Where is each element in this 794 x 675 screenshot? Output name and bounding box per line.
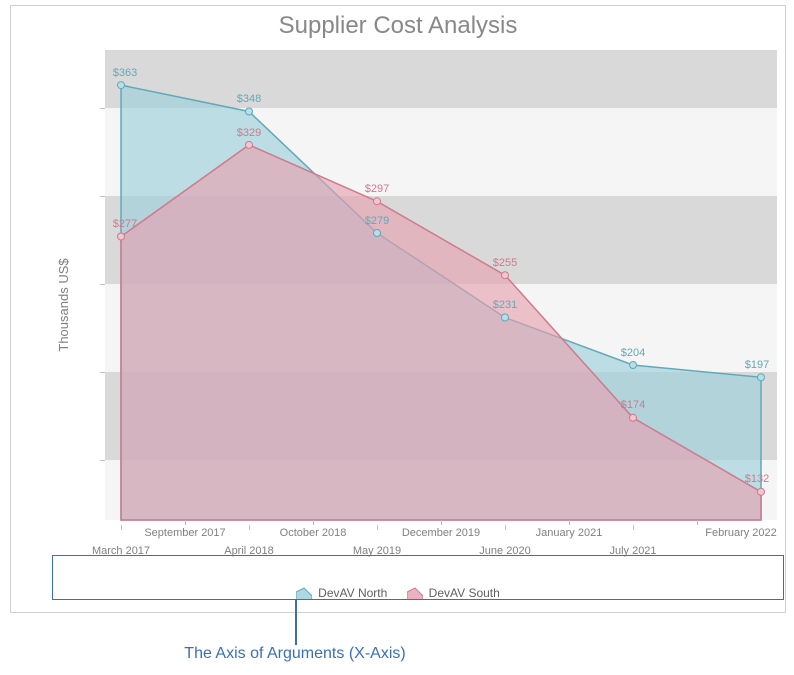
- x-tick: September 2017: [144, 527, 225, 539]
- point-label: $277: [113, 218, 137, 230]
- legend-item-north: DevAV North: [296, 586, 387, 600]
- legend-item-south: DevAV South: [407, 586, 500, 600]
- x-tick: February 2022: [705, 527, 777, 539]
- point-label: $348: [237, 93, 261, 105]
- legend-label: DevAV North: [318, 586, 387, 600]
- chart-container: Supplier Cost Analysis Thousands US$ 350…: [10, 5, 786, 613]
- point-label: $174: [621, 399, 645, 411]
- x-tick: December 2019: [402, 527, 480, 539]
- point-label: $297: [365, 183, 389, 195]
- x-tick: May 2019: [353, 545, 401, 557]
- chart-area: Thousands US$ 350 300 250 200 150: [51, 50, 777, 560]
- x-tick: April 2018: [224, 545, 274, 557]
- area-svg: [105, 50, 777, 520]
- x-tick: March 2017: [92, 545, 150, 557]
- legend-swatch-icon: [296, 586, 312, 600]
- callout-label: The Axis of Arguments (X-Axis): [0, 645, 590, 663]
- legend-label: DevAV South: [429, 586, 500, 600]
- legend-swatch-icon: [407, 586, 423, 600]
- point-label: $279: [365, 215, 389, 227]
- point-label: $329: [237, 127, 261, 139]
- point-label: $363: [113, 67, 137, 79]
- x-tick: July 2021: [609, 545, 656, 557]
- point-label: $197: [745, 359, 769, 371]
- point-label: $231: [493, 299, 517, 311]
- x-tick: October 2018: [280, 527, 347, 539]
- point-label: $132: [745, 473, 769, 485]
- legend: DevAV North DevAV South: [11, 586, 785, 603]
- point-label: $204: [621, 347, 645, 359]
- y-axis-label: Thousands US$: [56, 258, 71, 351]
- chart-title: Supplier Cost Analysis: [11, 12, 785, 40]
- x-tick: January 2021: [536, 527, 603, 539]
- callout-connector: [295, 600, 297, 645]
- point-label: $255: [493, 257, 517, 269]
- plot-area: $363 $348 $279 $231 $204 $197 $277 $329 …: [105, 50, 777, 520]
- x-tick: June 2020: [479, 545, 530, 557]
